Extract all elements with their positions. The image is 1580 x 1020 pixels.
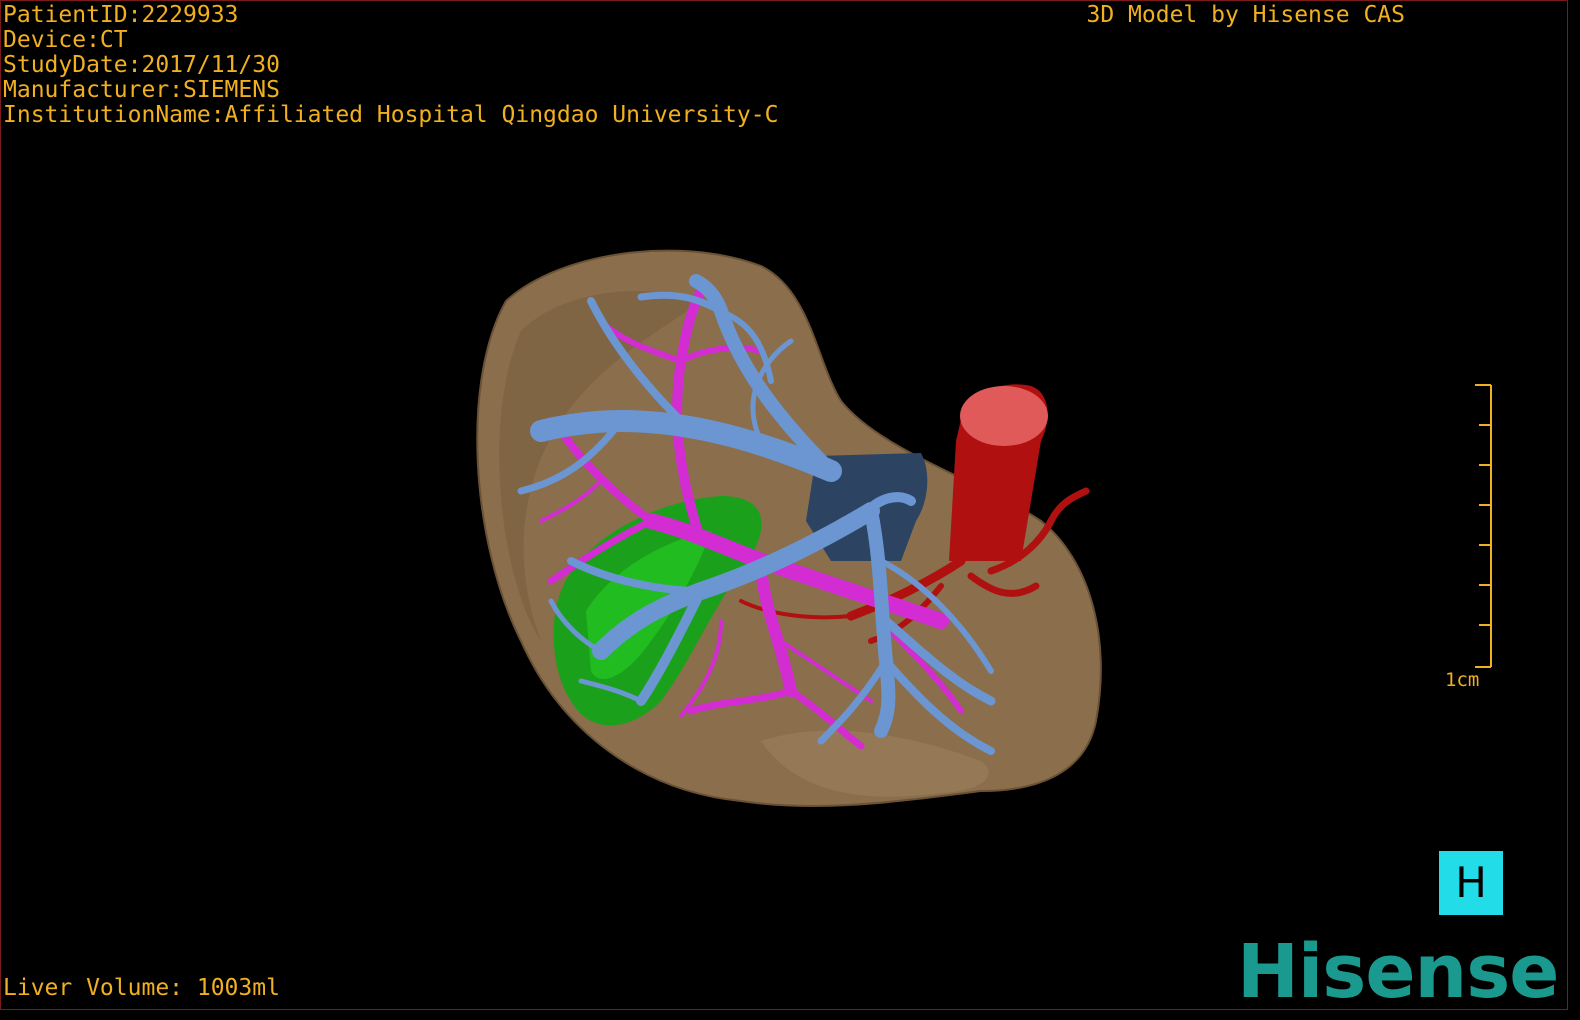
liver-3d-model[interactable]	[1, 1, 1568, 1010]
3d-viewport[interactable]: PatientID:2229933 Device:CT StudyDate:20…	[0, 0, 1568, 1010]
model-caption: 3D Model by Hisense CAS	[1086, 2, 1406, 28]
institution-name: InstitutionName:Affiliated Hospital Qing…	[3, 102, 779, 128]
hisense-logo: Hisense	[1237, 929, 1559, 1010]
patient-id: PatientID:2229933	[3, 2, 239, 28]
study-date: StudyDate:2017/11/30	[3, 52, 280, 78]
scale-label: 1cm	[1445, 669, 1480, 691]
liver-volume: Liver Volume: 1003ml	[3, 975, 280, 1001]
device: Device:CT	[3, 27, 128, 53]
scale-bar	[1475, 384, 1492, 668]
orientation-cube[interactable]: H	[1439, 851, 1503, 915]
manufacturer: Manufacturer:SIEMENS	[3, 77, 280, 103]
